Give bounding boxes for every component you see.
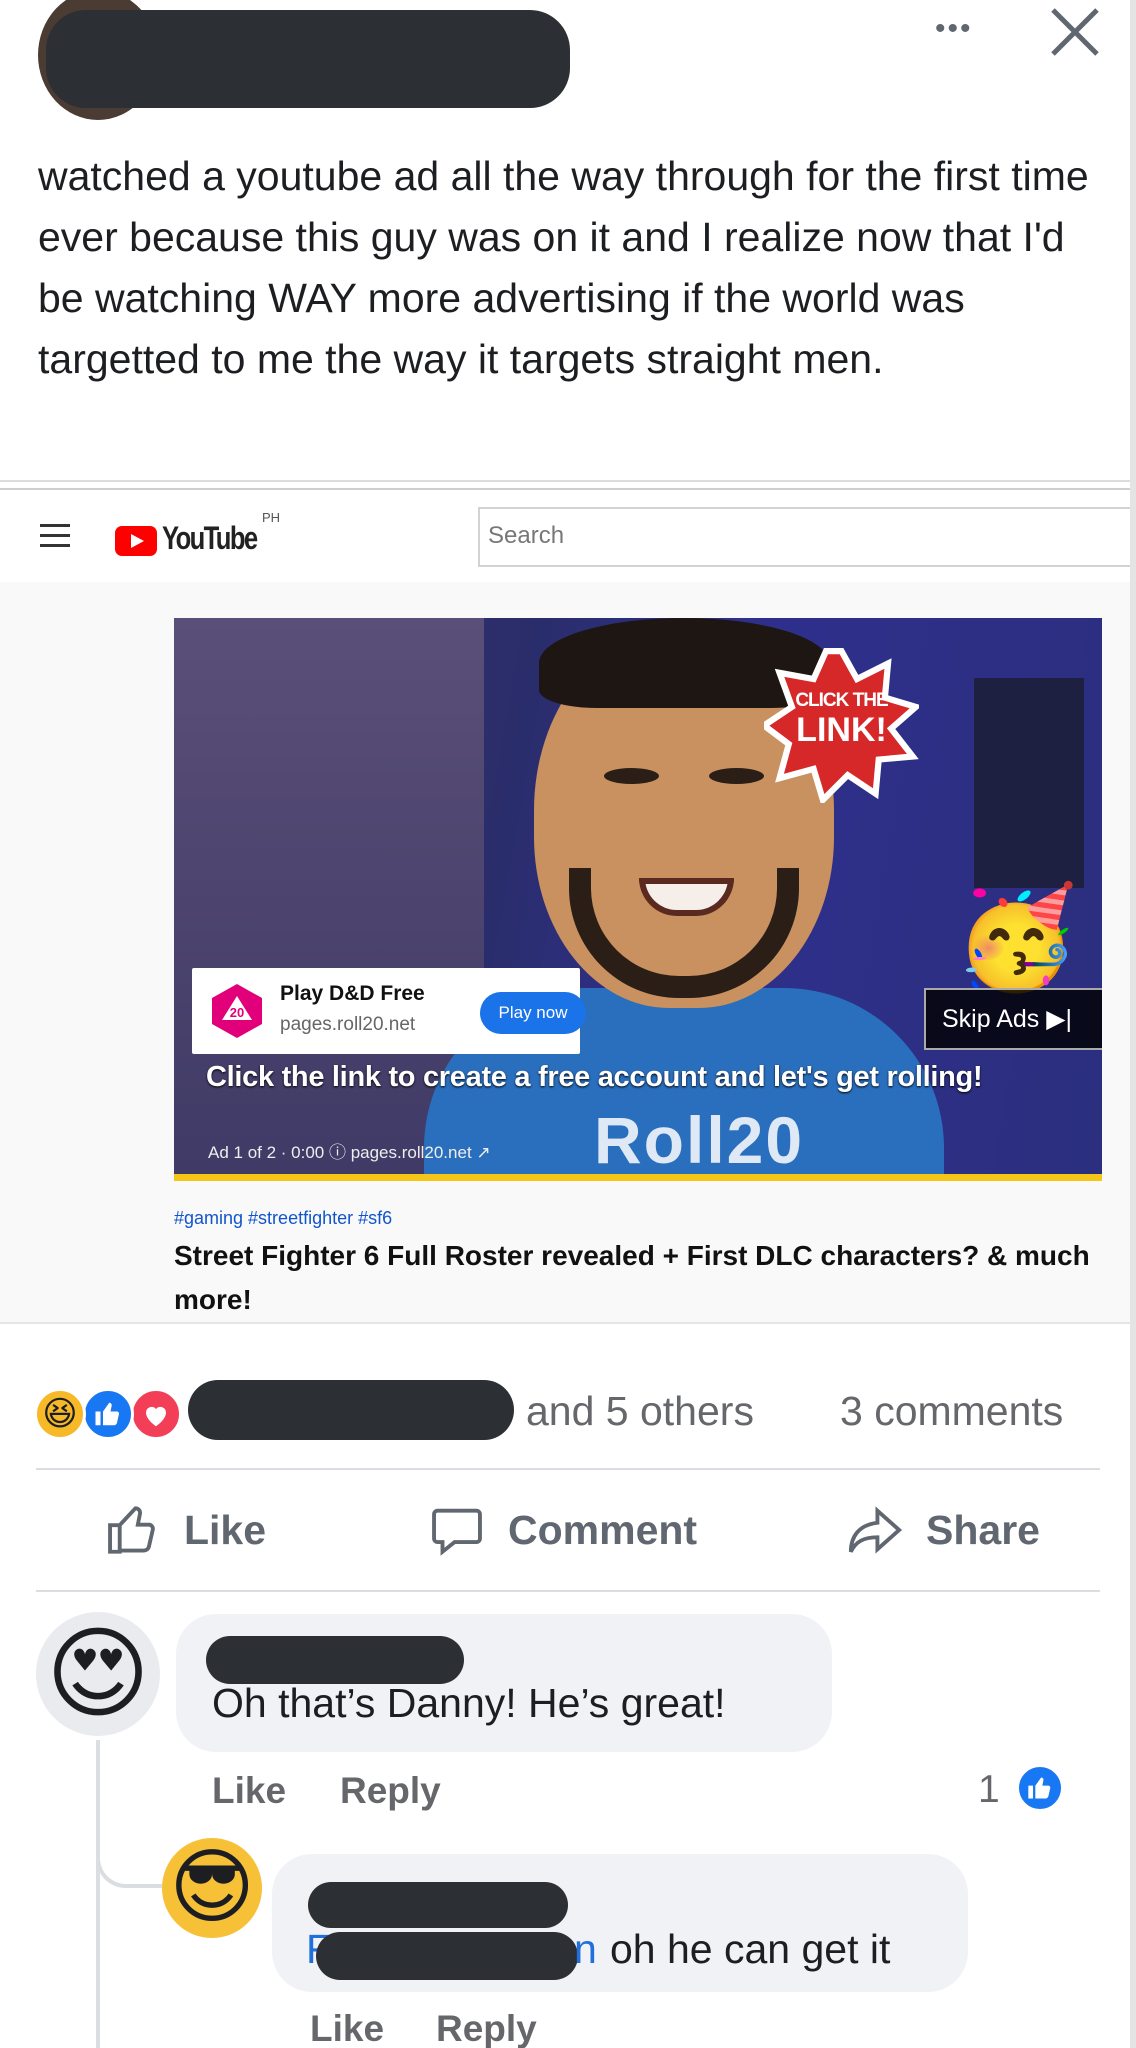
comment-reaction-count[interactable]: 1 (978, 1768, 1000, 1812)
ad-domain: pages.roll20.net (280, 1014, 416, 1035)
ad-meta: Ad 1 of 2 · 0:00 ⓘ pages.roll20.net ↗ (208, 1143, 491, 1162)
video-title: Street Fighter 6 Full Roster revealed + … (174, 1240, 1090, 1315)
comment-text: Oh that’s Danny! He’s great! (212, 1680, 726, 1726)
reply-reply-link[interactable]: Reply (436, 2008, 537, 2048)
youtube-search-box: Search (478, 507, 1136, 567)
ellipsis-icon[interactable]: ••• (935, 14, 995, 44)
badge-line-1: CLICK THE (795, 690, 888, 711)
replier-avatar[interactable]: 😎 (162, 1838, 262, 1938)
love-icon (130, 1388, 182, 1440)
video-hashtags: #gaming #streetfighter #sf6 (174, 1208, 393, 1228)
youtube-play-logo-icon (115, 526, 157, 556)
divider (0, 480, 1136, 482)
embedded-youtube-screenshot: YouTube PH Search CLICK THE LINK! 🥳 20 P… (0, 488, 1136, 1323)
post-body: watched a youtube ad all the way through… (38, 153, 1089, 382)
reaction-icons[interactable]: 😆 (34, 1388, 194, 1442)
skip-ads-button: Skip Ads ▶| (924, 988, 1102, 1050)
person-eye (604, 768, 659, 784)
video-background-shape (974, 678, 1084, 888)
like-icon (82, 1388, 134, 1440)
thread-line (96, 1740, 100, 2048)
share-label: Share (926, 1506, 1040, 1553)
divider (36, 1590, 1100, 1592)
youtube-logo-text: YouTube (162, 520, 258, 556)
thumbs-up-icon (108, 1506, 155, 1554)
ad-progress-bar (174, 1174, 1102, 1181)
page-edge (1130, 0, 1136, 2048)
mention-tag-end[interactable]: n (574, 1926, 597, 1973)
thread-connector (96, 1840, 162, 1888)
close-icon[interactable] (1045, 2, 1105, 62)
d20-icon: 20 (206, 980, 268, 1042)
like-button[interactable]: Like (104, 1490, 266, 1570)
person-eye (709, 768, 764, 784)
video-player: CLICK THE LINK! 🥳 20 Play D&D Free pages… (174, 618, 1102, 1181)
ad-card: 20 Play D&D Free pages.roll20.net Play n… (192, 968, 586, 1054)
youtube-region-label: PH (262, 510, 281, 525)
reply-text: oh he can get it (610, 1926, 891, 1972)
youtube-top-bar: YouTube PH Search (0, 490, 1136, 582)
comment-button[interactable]: Comment (428, 1490, 697, 1570)
ad-title: Play D&D Free (280, 982, 425, 1005)
comments-count[interactable]: 3 comments (840, 1388, 1063, 1435)
share-button[interactable]: Share (846, 1490, 1040, 1570)
like-icon[interactable] (1016, 1764, 1064, 1812)
reactors-text[interactable]: and 5 others (526, 1388, 754, 1435)
d20-number: 20 (230, 1005, 244, 1020)
badge-line-2: LINK! (796, 711, 887, 749)
haha-icon: 😆 (34, 1388, 86, 1440)
redacted-mention (316, 1932, 578, 1980)
reply-like-link[interactable]: Like (310, 2008, 384, 2048)
redacted-commenter-name (206, 1636, 464, 1684)
comment-label: Comment (508, 1506, 698, 1553)
ad-play-now-button: Play now (480, 992, 586, 1034)
redacted-author-name (46, 10, 570, 108)
party-face-emoji-icon: 🥳 (954, 882, 1079, 994)
redacted-replier-name (308, 1882, 568, 1928)
redacted-reactor-name (188, 1380, 514, 1440)
badge-text: CLICK THE LINK! (764, 690, 919, 748)
action-bar: Like Comment Share (0, 1470, 1136, 1592)
comment-reply-link[interactable]: Reply (340, 1770, 441, 1812)
like-label: Like (184, 1506, 267, 1553)
comment-icon (432, 1508, 482, 1556)
roll20-watermark: Roll20 (594, 1103, 805, 1177)
commenter-avatar[interactable]: 😍 (36, 1612, 160, 1736)
video-caption: Click the link to create a free account … (206, 1061, 983, 1093)
hamburger-menu-icon (40, 524, 70, 548)
divider (0, 1322, 1136, 1324)
comment-like-link[interactable]: Like (212, 1770, 286, 1812)
share-icon (848, 1506, 903, 1554)
